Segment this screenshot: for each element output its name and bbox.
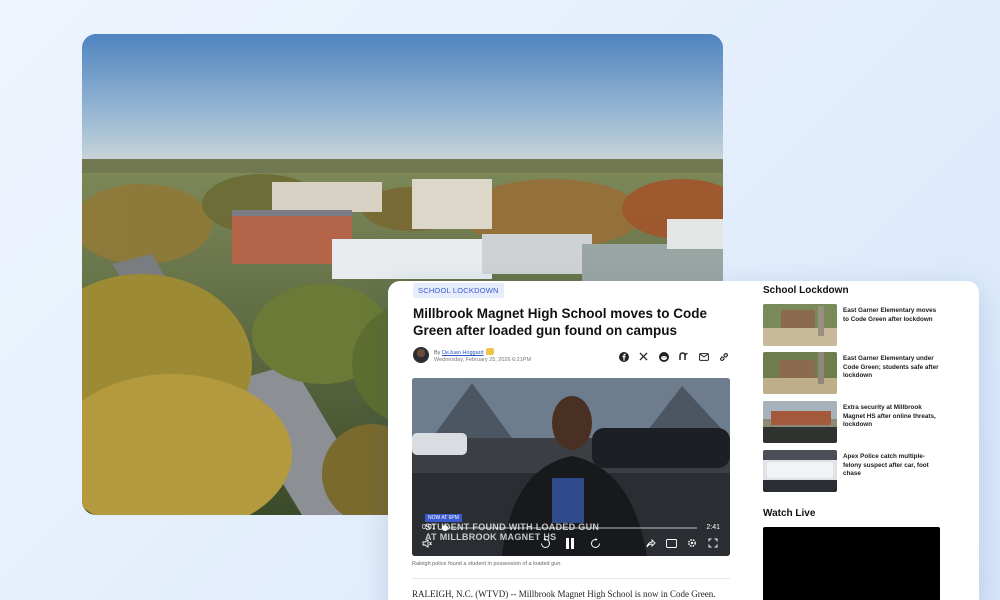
ticker-tag: NOW AT 6PM — [425, 514, 462, 522]
progress-handle[interactable] — [441, 525, 448, 531]
video-caption: Raleigh police found a student in posses… — [412, 561, 562, 567]
related-story[interactable]: Apex Police catch multiple-felony suspec… — [763, 450, 953, 492]
reddit-icon[interactable] — [658, 351, 669, 362]
sidebar-title: School Lockdown — [763, 285, 849, 296]
live-video-player[interactable] — [763, 527, 940, 600]
article-headline: Millbrook Magnet High School moves to Co… — [413, 306, 708, 338]
pause-icon[interactable] — [563, 536, 577, 550]
share-video-icon[interactable] — [644, 536, 658, 550]
rewind-10-icon[interactable] — [538, 536, 552, 550]
story-headline[interactable]: Extra security at Millbrook Magnet HS af… — [843, 404, 943, 430]
settings-gear-icon[interactable] — [685, 536, 699, 550]
link-icon[interactable] — [718, 351, 729, 362]
progress-bar[interactable] — [441, 525, 697, 531]
article-card: SCHOOL LOCKDOWN Millbrook Magnet High Sc… — [388, 281, 979, 600]
related-story[interactable]: East Garner Elementary moves to Code Gre… — [763, 304, 953, 346]
video-player[interactable]: NOW AT 6PM STUDENT FOUND WITH LOADED GUN… — [412, 378, 730, 556]
story-thumbnail[interactable] — [763, 450, 837, 492]
story-thumbnail[interactable] — [763, 304, 837, 346]
byline: By DeJuan Hoggard Wednesday, February 25… — [413, 347, 731, 367]
related-story[interactable]: East Garner Elementary under Code Green;… — [763, 352, 953, 394]
story-headline[interactable]: East Garner Elementary moves to Code Gre… — [843, 307, 943, 324]
captions-icon[interactable] — [664, 536, 678, 550]
badge-icon — [485, 348, 494, 355]
player-controls — [412, 536, 730, 550]
author-avatar[interactable] — [413, 347, 429, 363]
total-time: 2:41 — [706, 524, 720, 531]
related-story[interactable]: Extra security at Millbrook Magnet HS af… — [763, 401, 953, 443]
facebook-icon[interactable] — [618, 351, 629, 362]
current-time: 0:01 — [422, 524, 436, 531]
nextdoor-icon[interactable] — [678, 351, 689, 362]
story-thumbnail[interactable] — [763, 401, 837, 443]
by-prefix: By — [434, 350, 441, 356]
story-headline[interactable]: East Garner Elementary under Code Green;… — [843, 355, 943, 381]
article-lede: RALEIGH, N.C. (WTVD) -- Millbrook Magnet… — [412, 589, 716, 599]
story-headline[interactable]: Apex Police catch multiple-felony suspec… — [843, 453, 943, 479]
volume-icon[interactable] — [420, 536, 434, 550]
forward-10-icon[interactable] — [588, 536, 602, 550]
watch-live-title: Watch Live — [763, 508, 816, 519]
share-bar — [618, 351, 729, 362]
publish-date: Wednesday, February 25, 2026 6:21PM — [434, 357, 532, 363]
fullscreen-icon[interactable] — [706, 536, 720, 550]
author-link[interactable]: DeJuan Hoggard — [442, 350, 484, 356]
category-tag[interactable]: SCHOOL LOCKDOWN — [413, 283, 504, 298]
author-line: By DeJuan Hoggard — [434, 348, 494, 356]
divider — [412, 578, 730, 579]
story-thumbnail[interactable] — [763, 352, 837, 394]
email-icon[interactable] — [698, 351, 709, 362]
x-icon[interactable] — [638, 351, 649, 362]
